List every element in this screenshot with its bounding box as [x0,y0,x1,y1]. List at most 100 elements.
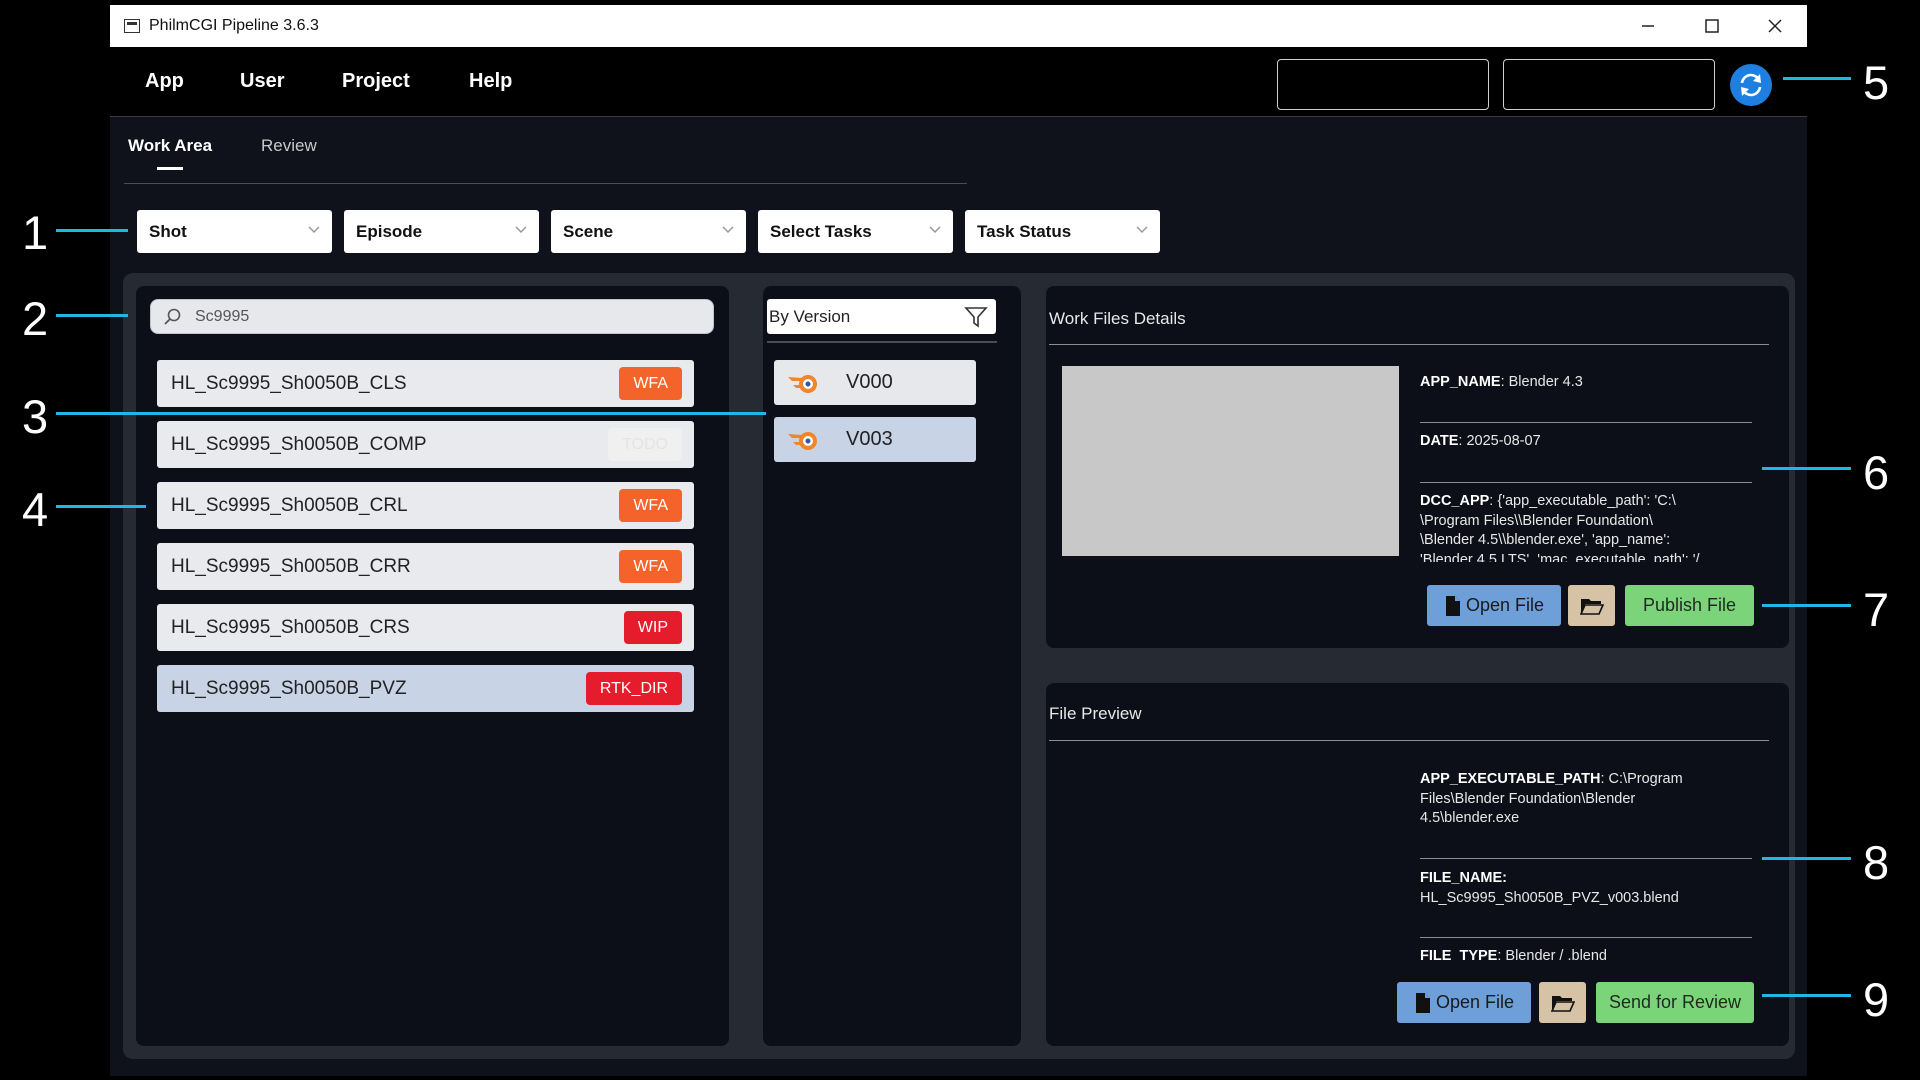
callout-number: 5 [1863,56,1890,109]
top-field-1[interactable] [1277,59,1489,110]
scene-filter-dropdown[interactable]: Scene [551,210,746,253]
callout-number: 4 [22,483,49,536]
tab-divider [124,183,967,184]
version-sort-label: By Version [769,306,851,326]
chevron-down-icon [722,226,734,234]
dcc-app-key: DCC_APP [1420,493,1490,509]
file-icon [1445,595,1460,616]
shot-name: HL_Sc9995_Sh0050B_PVZ [171,677,407,699]
folder-icon [1579,598,1604,615]
work-files-details-title: Work Files Details [1049,309,1186,328]
file-type-key: FILE_TYPE [1420,948,1498,961]
refresh-button[interactable] [1730,64,1772,106]
app-name-value: : Blender 4.3 [1500,374,1583,390]
dcc-app-line3: \Blender 4.5\\blender.exe', 'app_name': [1420,532,1671,549]
callout-number: 1 [22,206,49,259]
top-field-2[interactable] [1503,59,1715,110]
shot-row[interactable]: HL_Sc9995_Sh0050B_CRL WFA [157,482,694,529]
version-label: V000 [846,371,893,393]
version-divider [767,341,997,343]
tasks-filter-label: Select Tasks [770,221,872,241]
preview-open-file-label: Open File [1435,992,1515,1012]
file-name-key: FILE_NAME [1420,870,1503,886]
dcc-app-line4: 'Blender 4.5 LTS', 'mac_executable_path'… [1420,551,1700,562]
dcc-app-line2: \Program Files\\Blender Foundation\ [1420,512,1653,529]
shot-row[interactable]: HL_Sc9995_Sh0050B_CRR WFA [157,543,694,590]
exe-path-line2: Files\Blender Foundation\Blender [1420,790,1636,807]
version-label: V003 [846,428,893,450]
shot-row[interactable]: HL_Sc9995_Sh0050B_CLS WFA [157,360,694,407]
app-name-key: APP_NAME [1420,374,1501,390]
callout-number: 3 [22,390,49,443]
menu-bar: App User Project Help [110,47,1807,117]
search-value: Sc9995 [195,307,250,325]
tab-review[interactable]: Review [261,136,317,156]
file-type-value: : Blender / .blend [1497,948,1607,961]
open-file-button[interactable]: Open File [1427,585,1561,626]
file-preview-title: File Preview [1049,704,1142,723]
chevron-down-icon [308,226,320,234]
maximize-icon[interactable] [1680,5,1744,47]
close-icon[interactable] [1743,5,1807,47]
date-key: DATE [1420,433,1459,449]
version-sort-dropdown[interactable]: By Version [767,299,996,334]
status-badge: WFA [619,489,682,522]
shot-row[interactable]: HL_Sc9995_Sh0050B_COMP TODO [157,421,694,468]
menu-help[interactable]: Help [469,70,512,93]
search-input[interactable]: Sc9995 [150,299,714,334]
shot-filter-dropdown[interactable]: Shot [137,210,332,253]
refresh-icon [1740,73,1762,97]
shot-row[interactable]: HL_Sc9995_Sh0050B_PVZ RTK_DIR [157,665,694,712]
callout-line [1783,77,1851,80]
blender-icon [788,375,817,393]
send-for-review-label: Send for Review [1608,992,1742,1012]
filter-icon[interactable] [964,305,988,329]
shot-name: HL_Sc9995_Sh0050B_CRL [171,494,408,516]
file-type-field: FILE_TYPE: Blender / .blend [1420,947,1607,961]
folder-icon [1550,995,1575,1012]
preview-open-folder-button[interactable] [1539,982,1586,1023]
callout-line [1762,467,1851,470]
shot-name: HL_Sc9995_Sh0050B_CLS [171,372,407,394]
version-row[interactable]: V000 [774,360,976,405]
status-badge: WFA [619,367,682,400]
status-badge: WIP [623,611,682,644]
shot-row[interactable]: HL_Sc9995_Sh0050B_CRS WIP [157,604,694,651]
file-name-value: HL_Sc9995_Sh0050B_PVZ_v003.blend [1420,889,1679,906]
chevron-down-icon [929,226,941,234]
search-icon [164,308,181,325]
exe-path-line3: 4.5\blender.exe [1420,810,1520,827]
status-badge: TODO [608,428,682,461]
window-title: PhilmCGI Pipeline 3.6.3 [149,17,319,34]
file-name-field: FILE_NAME: HL_Sc9995_Sh0050B_PVZ_v003.bl… [1420,869,1679,908]
version-row[interactable]: V003 [774,417,976,462]
preview-divider [1049,740,1769,741]
send-for-review-button[interactable]: Send for Review [1596,982,1754,1023]
tasks-filter-dropdown[interactable]: Select Tasks [758,210,953,253]
shot-name: HL_Sc9995_Sh0050B_CRS [171,616,410,638]
details-divider [1420,482,1752,483]
app-window-icon [124,19,140,33]
publish-file-label: Publish File [1642,595,1737,615]
menu-app[interactable]: App [145,70,184,93]
blender-icon [788,432,817,450]
preview-open-file-button[interactable]: Open File [1397,982,1531,1023]
minimize-icon[interactable] [1616,5,1680,47]
date-field: DATE: 2025-08-07 [1420,432,1541,452]
menu-user[interactable]: User [240,70,284,93]
open-folder-button[interactable] [1568,585,1615,626]
callout-number: 8 [1863,836,1890,889]
thumbnail-preview [1062,366,1399,556]
callout-line [56,505,146,508]
episode-filter-dropdown[interactable]: Episode [344,210,539,253]
task-status-filter-dropdown[interactable]: Task Status [965,210,1160,253]
scene-filter-label: Scene [563,221,614,241]
menu-project[interactable]: Project [342,70,410,93]
callout-line [1762,857,1851,860]
tab-work-area[interactable]: Work Area [128,136,212,156]
callout-line [56,314,128,317]
preview-divider [1420,937,1752,938]
publish-file-button[interactable]: Publish File [1625,585,1754,626]
chevron-down-icon [515,226,527,234]
exe-path-line1: : C:\Program [1600,771,1683,787]
